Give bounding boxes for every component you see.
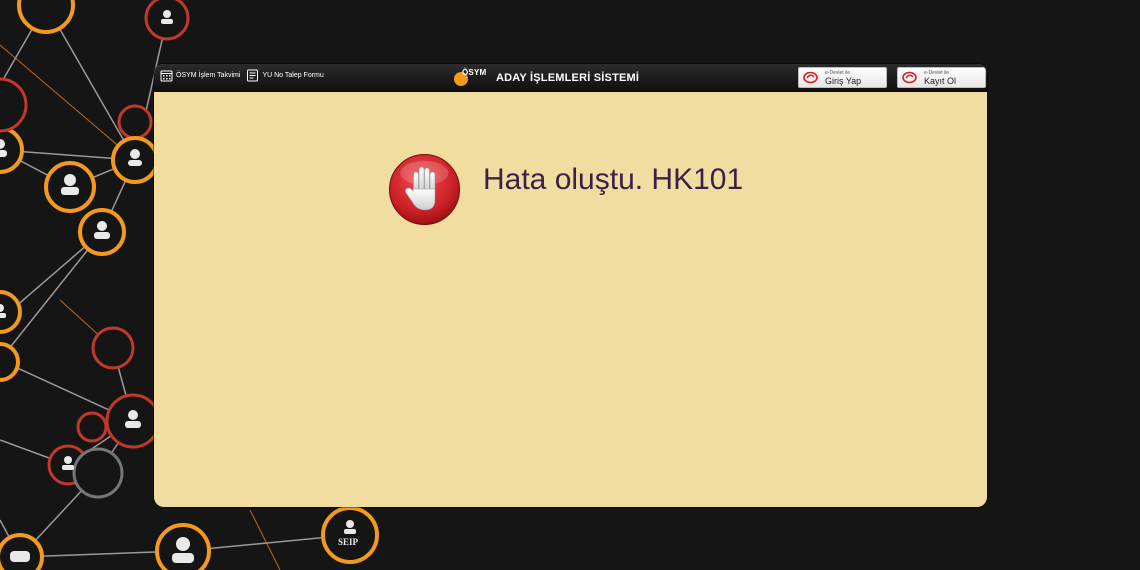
logo-text: ÖSYM	[462, 68, 487, 77]
calendar-link[interactable]: ÖSYM İşlem Takvimi	[160, 69, 240, 82]
osym-logo: ÖSYM	[454, 68, 490, 88]
brand: ÖSYM ADAY İŞLEMLERİ SİSTEMİ	[454, 67, 639, 89]
edevlet-register-label: Kayıt Ol	[924, 76, 957, 86]
request-form-link[interactable]: YU No Talep Formu	[246, 69, 324, 82]
edevlet-register-button[interactable]: e-Devlet ile Kayıt Ol	[897, 67, 986, 88]
form-icon	[247, 69, 259, 82]
edevlet-login-button[interactable]: e-Devlet ile Giriş Yap	[798, 67, 887, 88]
calendar-link-label: ÖSYM İşlem Takvimi	[176, 72, 241, 79]
main-panel: ÖSYM İşlem Takvimi YU No Talep Formu ÖSY…	[154, 64, 987, 507]
edevlet-icon	[902, 71, 917, 84]
top-links: ÖSYM İşlem Takvimi YU No Talep Formu	[160, 69, 324, 82]
error-message-row: Hata oluştu. HK101	[388, 153, 743, 226]
request-form-link-label: YU No Talep Formu	[262, 72, 324, 79]
edevlet-icon	[803, 71, 818, 84]
stop-hand-icon	[389, 154, 460, 225]
edevlet-login-label: Giriş Yap	[825, 76, 862, 86]
badge-text: SEIP	[338, 537, 359, 547]
calendar-icon	[160, 70, 173, 82]
error-message: Hata oluştu. HK101	[483, 162, 744, 196]
system-title: ADAY İŞLEMLERİ SİSTEMİ	[496, 72, 640, 84]
top-bar: ÖSYM İşlem Takvimi YU No Talep Formu ÖSY…	[154, 64, 987, 92]
